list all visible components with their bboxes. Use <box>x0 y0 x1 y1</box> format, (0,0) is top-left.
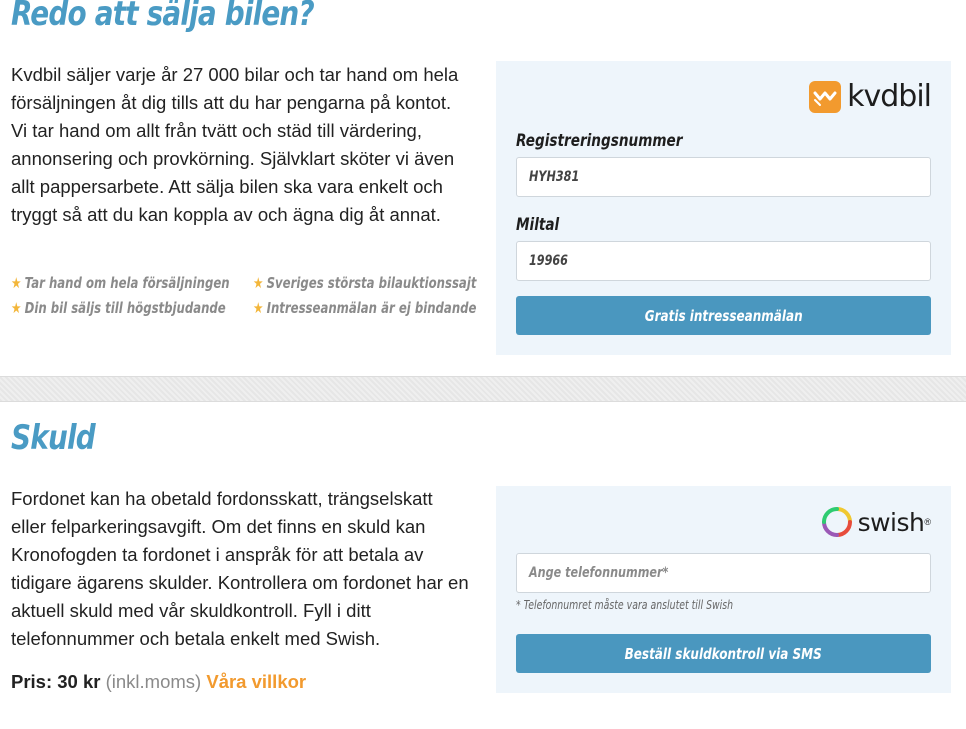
kvdbil-logo-icon <box>809 81 842 113</box>
mileage-input[interactable]: 19966 <box>516 241 931 281</box>
sell-heading: Redo att sälja bilen? <box>11 0 315 34</box>
registration-value: HYH381 <box>529 169 580 185</box>
feature-item: ★ Intresseanmälan är ej bindande <box>253 299 477 317</box>
phone-placeholder: Ange telefonnummer* <box>529 565 669 581</box>
swish-logo: swish ® <box>820 504 931 540</box>
swish-logo-icon <box>821 507 852 537</box>
feature-item: ★ Sveriges största bilauktionssajt <box>253 274 477 292</box>
sell-description: Kvdbil säljer varje år 27 000 bilar och … <box>11 64 459 225</box>
terms-link[interactable]: Våra villkor <box>206 671 306 692</box>
sell-section: Redo att sälja bilen? Kvdbil säljer varj… <box>0 0 966 376</box>
swish-registered-mark: ® <box>924 517 931 527</box>
submit-interest-label: Gratis intresseanmälan <box>644 306 803 325</box>
sell-form-panel: kvdbil Registreringsnummer HYH381 Miltal… <box>496 61 951 355</box>
section-divider <box>0 376 966 402</box>
debt-section: Skuld Fordonet kan ha obetald fordonsska… <box>0 402 966 729</box>
star-icon: ★ <box>253 299 264 317</box>
phone-hint: * Telefonnumret måste vara anslutet till… <box>516 598 734 612</box>
registration-input[interactable]: HYH381 <box>516 157 931 197</box>
debt-description: Fordonet kan ha obetald fordonsskatt, tr… <box>11 488 469 649</box>
miltal-label: Miltal <box>516 215 560 235</box>
price-line: Pris: 30 kr (inkl.moms) Våra villkor <box>11 671 306 693</box>
price-label: Pris: 30 kr <box>11 671 101 692</box>
swish-logo-text: swish <box>857 507 925 537</box>
kvdbil-logo: kvdbil <box>809 79 932 114</box>
submit-interest-button[interactable]: Gratis intresseanmälan <box>516 296 931 335</box>
feature-item: ★ Tar hand om hela försäljningen <box>11 274 230 292</box>
feature-item: ★ Din bil säljs till högstbjudande <box>11 299 226 317</box>
order-debt-check-button[interactable]: Beställ skuldkontroll via SMS <box>516 634 931 673</box>
debt-form-panel: swish ® Ange telefonnummer* * Telefonnumr… <box>496 486 951 693</box>
star-icon: ★ <box>253 274 264 292</box>
star-icon: ★ <box>11 274 22 292</box>
price-note: (inkl.moms) <box>105 671 202 692</box>
mileage-value: 19966 <box>529 253 568 269</box>
reg-label: Registreringsnummer <box>516 131 683 151</box>
kvdbil-logo-text: kvdbil <box>847 79 932 114</box>
order-debt-check-label: Beställ skuldkontroll via SMS <box>624 644 823 663</box>
debt-heading: Skuld <box>11 418 96 458</box>
star-icon: ★ <box>11 299 22 317</box>
phone-input[interactable]: Ange telefonnummer* <box>516 553 931 593</box>
